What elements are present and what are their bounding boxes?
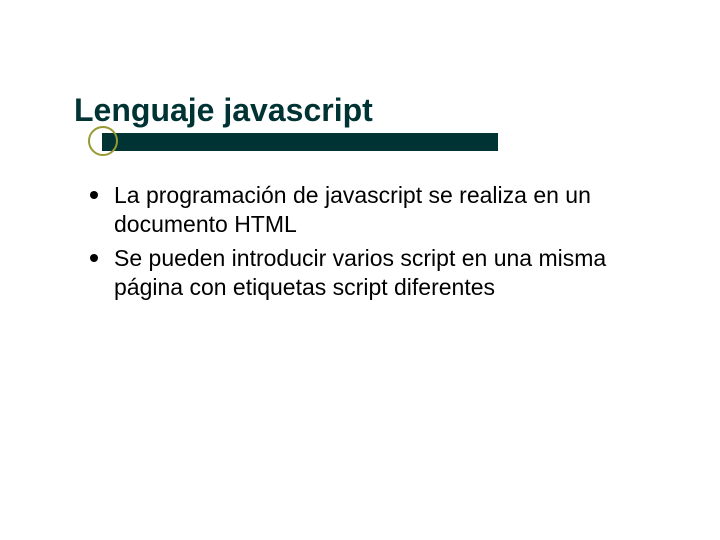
list-item: La programación de javascript se realiza… xyxy=(82,181,666,239)
circle-icon xyxy=(88,126,118,156)
title-rule xyxy=(74,133,666,151)
slide-body: La programación de javascript se realiza… xyxy=(74,163,666,302)
bullet-text: La programación de javascript se realiza… xyxy=(114,182,591,237)
bullet-list: La programación de javascript se realiza… xyxy=(74,181,666,302)
rule-bar xyxy=(102,133,498,151)
list-item: Se pueden introducir varios script en un… xyxy=(82,244,666,302)
slide-title: Lenguaje javascript xyxy=(74,92,666,129)
slide: Lenguaje javascript La programación de j… xyxy=(0,0,720,540)
bullet-text: Se pueden introducir varios script en un… xyxy=(114,245,606,300)
